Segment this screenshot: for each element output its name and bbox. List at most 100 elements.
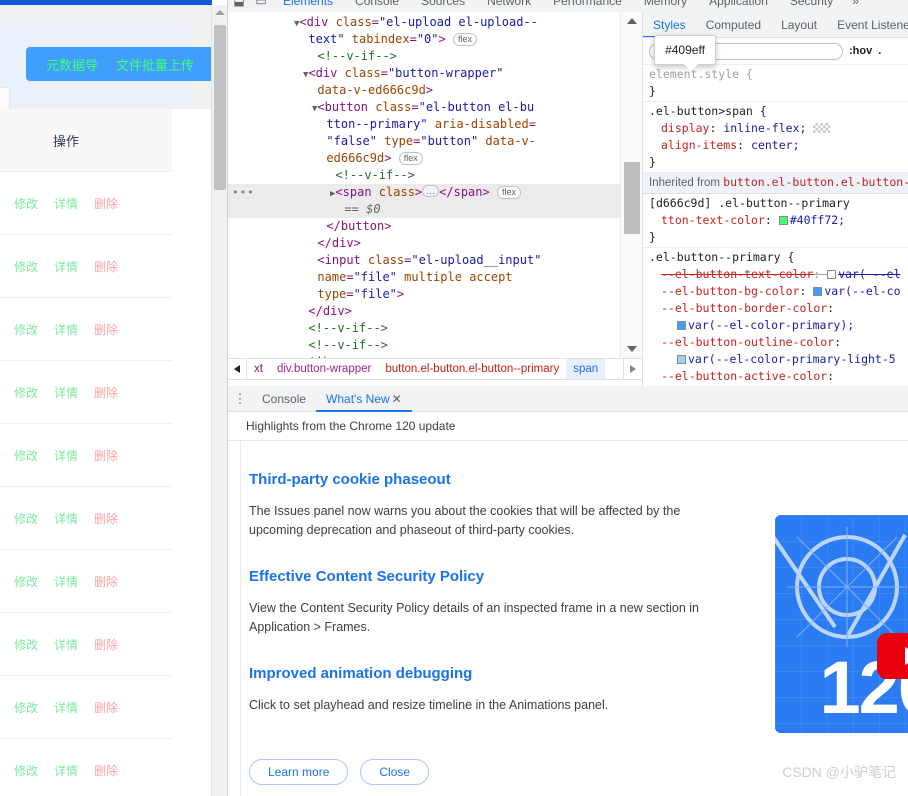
- row-action-edit[interactable]: 修改: [14, 699, 38, 716]
- color-swatch[interactable]: [813, 287, 823, 296]
- css-selector[interactable]: [d666c9d] .el-button--primary: [649, 195, 908, 212]
- dom-node-line[interactable]: ▸== $0: [228, 201, 642, 218]
- css-declaration[interactable]: --el-button-text-color: var( --el: [649, 266, 908, 283]
- row-action-delete[interactable]: 删除: [94, 510, 118, 527]
- css-declaration[interactable]: --el-button-border-color: var(--el-color…: [649, 300, 908, 334]
- styles-tab-event-listeners[interactable]: Event Listeners: [827, 12, 908, 37]
- row-action-detail[interactable]: 详情: [54, 573, 78, 590]
- elements-scrollbar-thumb[interactable]: [624, 162, 640, 234]
- more-panels-icon[interactable]: »: [844, 0, 867, 8]
- row-action-edit[interactable]: 修改: [14, 573, 38, 590]
- color-swatch[interactable]: [677, 321, 686, 330]
- row-action-edit[interactable]: 修改: [14, 321, 38, 338]
- row-action-detail[interactable]: 详情: [54, 762, 78, 779]
- breadcrumb-item[interactable]: span: [566, 359, 606, 379]
- learn-more-button[interactable]: Learn more: [249, 759, 349, 785]
- dom-breadcrumb-bar[interactable]: xt div.button-wrapper button.el-button.el-…: [228, 358, 642, 380]
- row-action-edit[interactable]: 修改: [14, 447, 38, 464]
- css-selector[interactable]: .el-button--primary {: [649, 249, 908, 266]
- css-rules-list[interactable]: element.style {} .el-button>span {display…: [643, 65, 908, 386]
- row-action-detail[interactable]: 详情: [54, 384, 78, 401]
- highlighted-button-group[interactable]: 元数据导 文件批量上传: [26, 47, 227, 81]
- css-declaration[interactable]: align-items: center;: [649, 137, 908, 154]
- table-row[interactable]: 修改 详情 删除: [0, 172, 172, 235]
- dom-node-line[interactable]: ▸text" tabindex="0"> flex: [228, 31, 642, 48]
- dom-node-line[interactable]: ▸<!--v-if-->: [228, 337, 642, 354]
- css-rule-block[interactable]: [d666c9d] .el-button--primary tton-text-c…: [643, 194, 908, 248]
- more-options-icon[interactable]: ⋮: [228, 391, 252, 407]
- breadcrumb-item[interactable]: div.button-wrapper: [270, 363, 378, 375]
- close-button[interactable]: Close: [360, 759, 430, 785]
- elements-scrollbar[interactable]: [620, 12, 642, 358]
- css-declaration[interactable]: display: inline-flex;: [649, 120, 908, 137]
- row-action-edit[interactable]: 修改: [14, 195, 38, 212]
- css-declaration[interactable]: --el-button-outline-color: var(--el-colo…: [649, 334, 908, 368]
- color-swatch[interactable]: [778, 216, 788, 225]
- styles-tab-styles[interactable]: Styles: [643, 12, 696, 37]
- metadata-import-button[interactable]: 元数据导: [46, 55, 98, 74]
- row-action-detail[interactable]: 详情: [54, 510, 78, 527]
- youtube-play-badge[interactable]: [877, 633, 908, 679]
- devtools-tab-elements[interactable]: Elements: [272, 0, 344, 12]
- dom-node-line[interactable]: ▼<div class="el-upload el-upload--: [228, 14, 642, 31]
- css-selector[interactable]: .el-button>span {: [649, 103, 908, 120]
- css-rule-block[interactable]: .el-button--primary {--el-button-text-co…: [643, 248, 908, 386]
- table-row[interactable]: 修改 详情 删除: [0, 739, 172, 796]
- table-row[interactable]: 修改 详情 删除: [0, 550, 172, 613]
- devtools-tab-security[interactable]: Security: [779, 0, 844, 12]
- drawer-tab-what-s-new[interactable]: What's New ✕: [316, 386, 412, 412]
- table-row[interactable]: 修改 详情 删除: [0, 298, 172, 361]
- row-action-detail[interactable]: 详情: [54, 195, 78, 212]
- dom-node-line[interactable]: ▸<!--v-if-->: [228, 167, 642, 184]
- close-icon[interactable]: ✕: [392, 392, 402, 406]
- row-action-edit[interactable]: 修改: [14, 258, 38, 275]
- force-state-hov-button[interactable]: :hov: [849, 45, 872, 57]
- row-action-detail[interactable]: 详情: [54, 447, 78, 464]
- elements-tree-panel[interactable]: ▼<div class="el-upload el-upload--▸text"…: [228, 12, 642, 358]
- scroll-up-icon[interactable]: [215, 10, 225, 15]
- row-action-delete[interactable]: 删除: [94, 699, 118, 716]
- dom-node-line[interactable]: ▸type="file">: [228, 286, 642, 303]
- devtools-tab-network[interactable]: Network: [476, 0, 542, 12]
- table-row[interactable]: 修改 详情 删除: [0, 361, 172, 424]
- row-action-delete[interactable]: 删除: [94, 195, 118, 212]
- table-row[interactable]: 修改 详情 删除: [0, 676, 172, 739]
- row-action-edit[interactable]: 修改: [14, 762, 38, 779]
- inspect-element-icon[interactable]: ⬓: [228, 0, 250, 8]
- dom-node-line[interactable]: ▼<button class="el-button el-bu: [228, 99, 642, 116]
- css-declaration[interactable]: tton-text-color: #40ff72;: [649, 212, 908, 229]
- scrollbar-thumb[interactable]: [214, 25, 226, 190]
- dom-node-line[interactable]: ▸<!--v-if-->: [228, 48, 642, 65]
- row-action-edit[interactable]: 修改: [14, 636, 38, 653]
- styles-tab-computed[interactable]: Computed: [696, 12, 771, 37]
- dom-node-line[interactable]: ▸</div>: [228, 235, 642, 252]
- scroll-down-arrow-icon[interactable]: [627, 346, 637, 352]
- devtools-tab-memory[interactable]: Memory: [633, 0, 698, 12]
- row-action-detail[interactable]: 详情: [54, 636, 78, 653]
- dom-node-line[interactable]: ▸</div>: [228, 303, 642, 320]
- devtools-tab-application[interactable]: Application: [698, 0, 779, 12]
- dom-node-line[interactable]: ▼<div class="button-wrapper": [228, 65, 642, 82]
- breadcrumb-scroll-right-icon[interactable]: [623, 359, 642, 379]
- css-declaration[interactable]: --el-button-active-color: var(--el-color…: [649, 368, 908, 386]
- breadcrumb-item[interactable]: button.el-button.el-button--primary: [378, 363, 566, 375]
- dom-node-line[interactable]: ▸ed666c9d> flex: [228, 150, 642, 167]
- row-action-delete[interactable]: 删除: [94, 258, 118, 275]
- flex-editor-icon[interactable]: [813, 123, 831, 133]
- css-declaration[interactable]: --el-button-bg-color: var(--el-co: [649, 283, 908, 300]
- devtools-tab-sources[interactable]: Sources: [410, 0, 476, 12]
- row-action-detail[interactable]: 详情: [54, 699, 78, 716]
- css-rule-block[interactable]: .el-button>span {display: inline-flex; a…: [643, 102, 908, 173]
- row-action-edit[interactable]: 修改: [14, 384, 38, 401]
- row-action-detail[interactable]: 详情: [54, 258, 78, 275]
- device-toolbar-icon[interactable]: ▭: [250, 0, 272, 8]
- row-action-delete[interactable]: 删除: [94, 573, 118, 590]
- dom-node-line[interactable]: ▸"false" type="button" data-v-: [228, 133, 642, 150]
- page-vertical-scrollbar[interactable]: [211, 5, 227, 796]
- dom-node-line[interactable]: ▸<!--v-if-->: [228, 320, 642, 337]
- dom-node-line[interactable]: ••• ▶<span class>… </span> flex: [228, 184, 642, 201]
- scroll-up-arrow-icon[interactable]: [627, 18, 637, 24]
- row-action-delete[interactable]: 删除: [94, 636, 118, 653]
- styles-tab-layout[interactable]: Layout: [771, 12, 827, 37]
- devtools-tab-console[interactable]: Console: [344, 0, 410, 12]
